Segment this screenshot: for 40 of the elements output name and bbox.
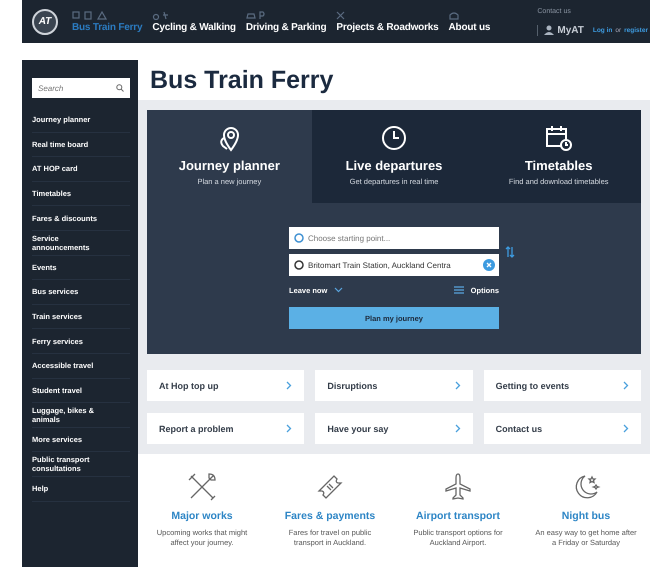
sliders-icon	[454, 285, 464, 295]
nav-link[interactable]: Cycling & Walking	[152, 22, 236, 32]
nav-link[interactable]: Projects & Roadworks	[336, 22, 439, 32]
car-icon	[246, 10, 266, 20]
quick-link[interactable]: Disruptions	[315, 370, 473, 401]
calendar-icon	[544, 124, 573, 152]
quick-link[interactable]: Report a problem	[147, 413, 304, 444]
nav-link[interactable]: Driving & Parking	[246, 22, 326, 32]
myat-link[interactable]: MyAT	[557, 24, 584, 36]
nav-link[interactable]: About us	[448, 22, 490, 32]
chevron-right-icon	[286, 381, 292, 390]
search-icon[interactable]	[116, 84, 124, 92]
quick-link[interactable]: Contact us	[484, 413, 641, 444]
feature-link[interactable]: Airport transport	[416, 510, 500, 522]
chevron-right-icon	[622, 381, 629, 390]
logo[interactable]: AT	[32, 8, 58, 34]
chevron-down-icon	[334, 287, 344, 293]
chevron-right-icon	[286, 424, 292, 433]
chevron-right-icon	[622, 424, 629, 433]
swap-icon[interactable]	[505, 246, 515, 258]
start-point-icon	[294, 233, 304, 243]
clock-icon	[380, 124, 408, 152]
building-icon	[448, 10, 459, 20]
transport-icons	[72, 10, 107, 20]
clear-icon[interactable]	[483, 259, 495, 271]
quick-link[interactable]: Getting to events	[484, 370, 641, 401]
airplane-icon	[443, 472, 473, 502]
feature-link[interactable]: Night bus	[562, 510, 610, 522]
chevron-right-icon	[454, 381, 461, 390]
user-icon	[544, 25, 554, 35]
end-point-icon	[294, 260, 304, 270]
start-field[interactable]: Choose starting point...	[289, 227, 499, 249]
quick-link[interactable]: Have your say	[315, 413, 473, 444]
chevron-right-icon	[454, 424, 461, 433]
destination-field[interactable]: Britomart Train Station, Auckland Centra	[289, 254, 499, 276]
page-title: Bus Train Ferry	[149, 65, 334, 96]
quick-link[interactable]: At Hop top up	[147, 370, 304, 401]
feature-link[interactable]: Fares & payments	[284, 510, 376, 522]
feature-link[interactable]: Major works	[171, 510, 233, 522]
search-field[interactable]: Search	[32, 78, 130, 98]
